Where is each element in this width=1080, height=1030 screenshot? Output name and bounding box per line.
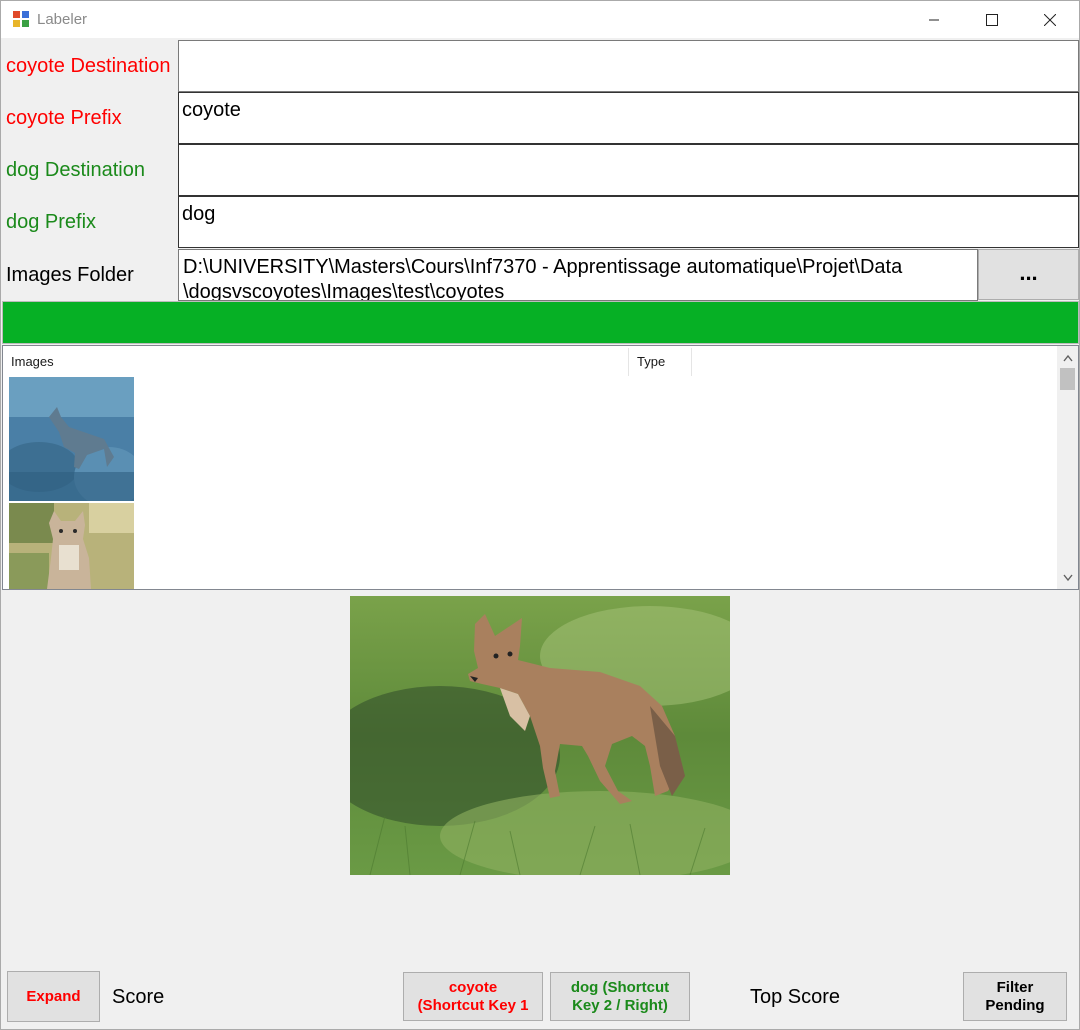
dog-destination-input[interactable]: [178, 144, 1079, 196]
coyote-thumbnail-image: [9, 377, 134, 501]
column-header-images[interactable]: Images: [11, 354, 54, 369]
app-icon: [13, 11, 30, 28]
list-item[interactable]: [9, 377, 134, 501]
coyote-preview-image: [350, 596, 730, 875]
maximize-icon: [986, 14, 998, 26]
image-preview: [350, 596, 730, 875]
dog-destination-label: dog Destination: [6, 158, 145, 181]
list-header: Images Type: [3, 346, 1055, 376]
column-divider[interactable]: [628, 348, 629, 376]
list-scrollbar[interactable]: [1057, 346, 1078, 589]
coyote-prefix-input[interactable]: coyote: [178, 92, 1079, 144]
label-dog-button[interactable]: dog (Shortcut Key 2 / Right): [550, 972, 690, 1021]
coyote-destination-label: coyote Destination: [6, 54, 171, 77]
scroll-up-icon[interactable]: [1057, 350, 1078, 366]
top-score-label: Top Score: [750, 986, 841, 1008]
minimize-button[interactable]: [905, 2, 963, 38]
filter-pending-button[interactable]: Filter Pending: [963, 972, 1067, 1021]
label-coyote-button[interactable]: coyote (Shortcut Key 1: [403, 972, 543, 1021]
dog-button-line1: dog (Shortcut: [570, 978, 670, 996]
coyote-destination-input[interactable]: [178, 40, 1079, 92]
close-button[interactable]: [1021, 2, 1079, 38]
filter-button-line2: Pending: [985, 996, 1045, 1014]
filter-button-line1: Filter: [996, 978, 1034, 996]
browse-folder-button[interactable]: ...: [978, 249, 1079, 300]
window-title: Labeler: [37, 11, 88, 28]
score-label: Score: [112, 986, 165, 1008]
scroll-down-icon[interactable]: [1057, 570, 1078, 586]
coyote-prefix-label: coyote Prefix: [6, 106, 122, 129]
progress-fill: [3, 302, 1078, 343]
coyote-button-line1: coyote: [448, 978, 498, 996]
images-list[interactable]: Images Type: [2, 345, 1079, 590]
images-folder-label: Images Folder: [6, 263, 134, 286]
scroll-thumb[interactable]: [1060, 368, 1075, 390]
dog-prefix-input[interactable]: dog: [178, 196, 1079, 248]
coyote-thumbnail-image: [9, 503, 134, 589]
coyote-button-line2: (Shortcut Key 1: [417, 996, 529, 1014]
close-icon: [1044, 14, 1056, 26]
list-item[interactable]: [9, 503, 134, 589]
progress-bar: [2, 301, 1079, 344]
column-header-type[interactable]: Type: [637, 354, 665, 369]
dog-button-line2: Key 2 / Right): [572, 996, 668, 1014]
images-folder-path-line1: D:\UNIVERSITY\Masters\Cours\Inf7370 - Ap…: [183, 256, 903, 278]
dog-prefix-label: dog Prefix: [6, 210, 97, 233]
minimize-icon: [929, 19, 939, 21]
images-folder-path-line2: \dogsvscoyotes\Images\test\coyotes: [183, 281, 505, 301]
maximize-button[interactable]: [963, 2, 1021, 38]
images-folder-input[interactable]: D:\UNIVERSITY\Masters\Cours\Inf7370 - Ap…: [178, 249, 978, 301]
title-bar[interactable]: Labeler: [1, 1, 1079, 38]
column-divider[interactable]: [691, 348, 692, 376]
expand-button[interactable]: Expand: [7, 971, 100, 1022]
